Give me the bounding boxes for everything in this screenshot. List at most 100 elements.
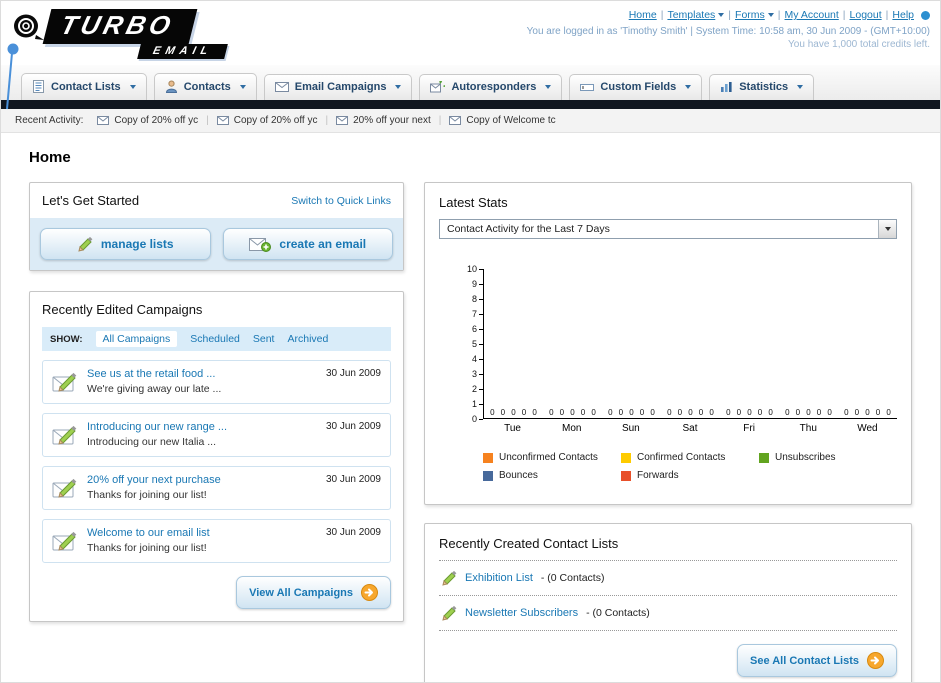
logo-email-text: EMAIL	[137, 44, 229, 59]
chevron-down-icon	[685, 85, 692, 89]
chevron-down-icon	[395, 85, 402, 89]
recent-activity-item[interactable]: 20% off your next	[336, 115, 431, 126]
page-title: Home	[29, 149, 71, 166]
chart-legend: Unconfirmed Contacts Confirmed Contacts Un…	[483, 452, 897, 488]
chart-bar-group: 00000	[779, 269, 838, 418]
logo-word: TURBO	[57, 10, 178, 40]
tab-email-campaigns[interactable]: Email Campaigns	[263, 74, 413, 100]
campaign-subtitle: Thanks for joining our list!	[87, 489, 207, 501]
campaign-title-link[interactable]: Introducing our new range ...	[87, 421, 227, 433]
envelope-icon	[449, 116, 462, 125]
contact-list-name-link[interactable]: Newsletter Subscribers	[465, 607, 578, 619]
legend-item: Confirmed Contacts	[620, 452, 759, 463]
legend-item: Unsubscribes	[758, 452, 897, 463]
recent-campaigns-panel: Recently Edited Campaigns SHOW: All Camp…	[29, 291, 404, 622]
top-link-home[interactable]: Home	[629, 9, 657, 21]
campaign-title-link[interactable]: Welcome to our email list	[87, 527, 210, 539]
campaign-filter-sent[interactable]: Sent	[253, 333, 275, 345]
create-email-button[interactable]: create an email	[222, 228, 393, 260]
chart-bar-group: 00000	[661, 269, 720, 418]
campaign-row[interactable]: Introducing our new range ... Introducing…	[42, 413, 391, 457]
contact-list-detail: - (0 Contacts)	[540, 572, 605, 584]
unsubscribes-swatch	[758, 452, 769, 463]
chevron-down-icon	[239, 84, 246, 89]
logo-pointer-decoration	[6, 43, 19, 110]
legend-label: Unsubscribes	[774, 452, 836, 463]
recent-activity-item[interactable]: Copy of 20% off yc	[97, 115, 198, 126]
contact-list-detail: - (0 Contacts)	[586, 607, 650, 619]
campaign-subtitle: We're giving away our late ...	[87, 383, 222, 395]
chart-plot-area: 00000 00000 00000 00000 00000 00000 00000	[483, 269, 897, 419]
show-label: SHOW:	[50, 333, 83, 345]
top-link-templates[interactable]: Templates	[667, 9, 725, 21]
arrow-circle-icon	[867, 652, 884, 669]
app-window: TURBO EMAIL Home | Templates | Forms | My Acco…	[0, 0, 941, 683]
recent-activity-item-label: Copy of Welcome tc	[466, 115, 556, 126]
campaign-subtitle: Introducing our new Italia ...	[87, 436, 216, 448]
header: TURBO EMAIL Home | Templates | Forms | My Acco…	[1, 1, 940, 65]
pencil-icon	[441, 605, 457, 621]
left-column: Let's Get Started Switch to Quick Links …	[29, 182, 404, 622]
see-all-contact-lists-label: See All Contact Lists	[749, 654, 859, 667]
view-all-campaigns-label: View All Campaigns	[249, 586, 353, 599]
tab-statistics[interactable]: Statistics	[709, 74, 815, 100]
logo-subword: EMAIL	[151, 45, 214, 57]
statistics-icon	[720, 81, 733, 93]
nav-divider-bar	[1, 100, 940, 109]
top-link-forms[interactable]: Forms	[735, 9, 774, 21]
campaign-filters: All Campaigns Scheduled Sent Archived	[95, 331, 328, 347]
x-axis-label: Fri	[743, 423, 755, 434]
chart-value-labels: 00000	[785, 408, 832, 417]
campaign-row[interactable]: 20% off your next purchase Thanks for joi…	[42, 466, 391, 510]
contacts-icon	[165, 80, 178, 93]
tab-contacts[interactable]: Contacts	[153, 73, 257, 100]
recent-activity-item[interactable]: Copy of 20% off yc	[216, 115, 318, 126]
recent-activity-label: Recent Activity:	[15, 115, 84, 126]
tab-contact-lists[interactable]: Contact Lists	[21, 73, 147, 100]
tab-autoresponders[interactable]: Autoresponders	[419, 74, 563, 100]
manage-lists-button[interactable]: manage lists	[40, 228, 211, 260]
view-all-campaigns-button[interactable]: View All Campaigns	[236, 576, 391, 609]
top-link-my-account[interactable]: My Account	[785, 9, 839, 21]
recent-activity-item-label: 20% off your next	[353, 115, 431, 126]
campaign-edit-icon	[52, 424, 78, 446]
campaign-title-link[interactable]: 20% off your next purchase	[87, 474, 221, 486]
forwards-swatch	[620, 470, 631, 481]
campaign-title-link[interactable]: See us at the retail food ...	[87, 368, 221, 380]
stats-range-select[interactable]: Contact Activity for the Last 7 Days	[439, 219, 897, 239]
switch-to-quick-links[interactable]: Switch to Quick Links	[291, 195, 391, 207]
chevron-down-icon	[797, 85, 804, 89]
campaign-row[interactable]: Welcome to our email list Thanks for join…	[42, 519, 391, 563]
legend-label: Bounces	[499, 470, 538, 481]
envelope-icon	[97, 116, 110, 125]
header-right: Home | Templates | Forms | My Account | Logout | H…	[527, 7, 930, 65]
email-campaigns-icon	[274, 82, 289, 92]
tab-custom-fields[interactable]: Custom Fields	[569, 74, 703, 100]
campaign-filter-archived[interactable]: Archived	[287, 333, 328, 345]
campaign-date: 30 Jun 2009	[325, 527, 381, 538]
confirmed-contacts-swatch	[620, 452, 631, 463]
top-link-help[interactable]: Help	[892, 9, 914, 21]
bounces-swatch	[483, 470, 493, 481]
top-link-logout[interactable]: Logout	[850, 9, 882, 21]
chart-bar-group: 00000	[543, 269, 602, 418]
get-started-header: Let's Get Started Switch to Quick Links	[30, 183, 403, 218]
top-links: Home | Templates | Forms | My Account | Logout | H…	[527, 9, 930, 21]
contact-lists-actions: See All Contact Lists	[439, 644, 897, 677]
campaign-filter-all-campaigns[interactable]: All Campaigns	[95, 331, 178, 347]
recent-activity-item[interactable]: Copy of Welcome tc	[449, 115, 556, 126]
chart-value-labels: 00000	[667, 408, 714, 417]
chart-value-labels: 00000	[490, 408, 537, 417]
login-info: You are logged in as 'Timothy Smith' | S…	[526, 26, 930, 37]
see-all-contact-lists-button[interactable]: See All Contact Lists	[736, 644, 897, 677]
chart-bar-group: 00000	[720, 269, 779, 418]
legend-label: Forwards	[636, 470, 679, 481]
recent-activity-bar: Recent Activity: Copy of 20% off yc | Copy…	[1, 109, 940, 133]
campaign-filter-scheduled[interactable]: Scheduled	[190, 333, 240, 345]
chart-bar-group: 00000	[838, 269, 897, 418]
campaign-row[interactable]: See us at the retail food ... We're givin…	[42, 360, 391, 404]
contact-list-name-link[interactable]: Exhibition List	[465, 572, 533, 584]
chart-y-axis: 10 9 8 7 6 5 4 3 2 1 0	[461, 265, 483, 424]
chart-value-labels: 00000	[608, 408, 655, 417]
recent-activity-item-label: Copy of 20% off yc	[233, 115, 318, 126]
